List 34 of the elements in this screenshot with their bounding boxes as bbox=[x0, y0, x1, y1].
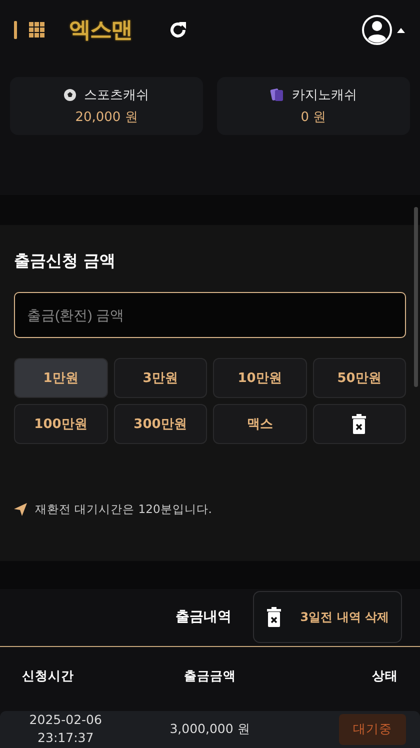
playing-cards-icon bbox=[270, 88, 284, 102]
notice-text: 재환전 대기시간은 120분입니다. bbox=[35, 502, 212, 517]
trash-icon bbox=[351, 414, 368, 434]
amount-button[interactable]: 100만원 bbox=[14, 404, 108, 444]
wallet-amount: 0 원 bbox=[300, 108, 326, 126]
column-header: 출금금액 bbox=[183, 668, 237, 685]
scrollbar[interactable] bbox=[414, 206, 418, 387]
send-icon bbox=[14, 502, 27, 516]
divider-bar bbox=[14, 21, 17, 40]
column-header: 상태 bbox=[371, 668, 399, 685]
delete-history-button[interactable]: 3일전 내역 삭제 bbox=[253, 591, 402, 643]
section-title: 출금신청 금액 bbox=[14, 250, 117, 272]
status-badge: 대기중 bbox=[339, 714, 406, 745]
amount-button[interactable]: 3만원 bbox=[114, 358, 207, 398]
trash-icon bbox=[266, 607, 282, 627]
history-title: 출금내역 bbox=[175, 608, 232, 626]
amount-button[interactable]: 300만원 bbox=[114, 404, 207, 444]
wallet-amount: 20,000 원 bbox=[75, 108, 138, 126]
amount-button[interactable]: 맥스 bbox=[213, 404, 306, 444]
amount-button[interactable]: 50만원 bbox=[312, 358, 406, 398]
logo[interactable]: 엑스맨 bbox=[69, 15, 132, 46]
column-header: 신청시간 bbox=[21, 668, 75, 685]
user-avatar-icon[interactable] bbox=[362, 14, 406, 46]
wallet-label: 카지노캐쉬 bbox=[292, 86, 357, 104]
table-cell-text: 2025-02-06 23:17:37 bbox=[28, 710, 103, 748]
wallet-label: 스포츠캐쉬 bbox=[84, 86, 149, 104]
menu-icon[interactable] bbox=[29, 22, 45, 38]
table-cell-text: 3,000,000 원 bbox=[168, 720, 252, 738]
soccer-ball-icon bbox=[64, 88, 76, 101]
clear-button[interactable] bbox=[312, 404, 406, 444]
refresh-icon[interactable] bbox=[168, 20, 188, 40]
amount-button[interactable]: 1만원 bbox=[14, 358, 108, 398]
amount-button[interactable]: 10만원 bbox=[213, 358, 306, 398]
amount-input-field[interactable]: 출금(환전) 금액 bbox=[14, 292, 406, 338]
